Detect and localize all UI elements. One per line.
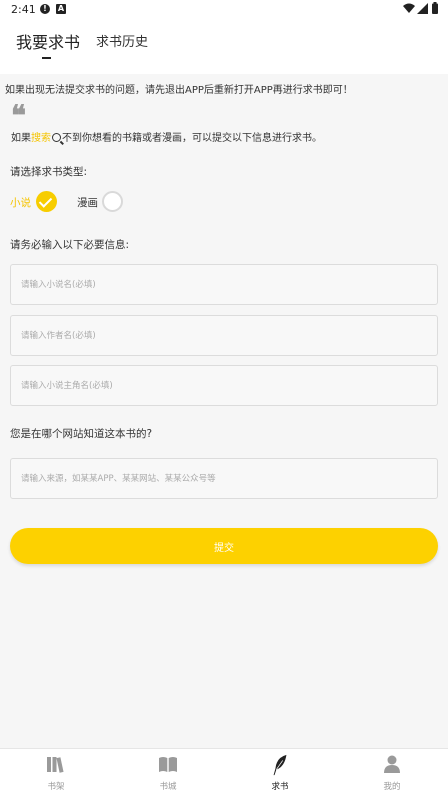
nav-label-profile: 我的 bbox=[383, 782, 401, 792]
battery-icon bbox=[432, 2, 438, 14]
feather-icon bbox=[273, 754, 287, 776]
source-input[interactable] bbox=[11, 459, 437, 498]
quote-icon: ❝ bbox=[11, 99, 27, 132]
required-info-label: 请务必输入以下必要信息: bbox=[10, 239, 130, 251]
active-tab-indicator bbox=[42, 57, 51, 59]
type-label: 请选择求书类型: bbox=[10, 166, 88, 178]
submit-button[interactable]: 提交 bbox=[10, 528, 438, 564]
header-tabs: 我要求书 求书历史 bbox=[0, 20, 448, 74]
novel-name-field bbox=[10, 264, 438, 305]
nav-item-bookstore[interactable]: 书城 bbox=[112, 749, 224, 798]
source-label: 您是在哪个网站知道这本书的? bbox=[10, 428, 153, 440]
nav-item-profile[interactable]: 我的 bbox=[336, 749, 448, 798]
protagonist-name-field bbox=[10, 365, 438, 406]
intro-text: 如果搜索 不到你想看的书籍或者漫画，可以提交以下信息进行求书。 bbox=[11, 129, 322, 144]
source-field bbox=[10, 458, 438, 499]
user-icon bbox=[384, 755, 400, 773]
type-radio-group: 小说 漫画 bbox=[10, 190, 210, 214]
nav-label-bookstore: 书城 bbox=[159, 782, 177, 792]
search-icon bbox=[52, 133, 61, 142]
bottom-nav: 书架 书城 求书 我的 bbox=[0, 748, 448, 798]
nav-item-request-book[interactable]: 求书 bbox=[224, 749, 336, 798]
alert-icon: ! bbox=[40, 4, 50, 14]
status-bar: 2:41 ! A bbox=[0, 0, 448, 20]
wifi-icon bbox=[403, 3, 415, 13]
option-comic-radio[interactable] bbox=[102, 191, 123, 212]
novel-name-input[interactable] bbox=[11, 265, 437, 304]
intro-search-highlight: 搜索 bbox=[31, 133, 51, 144]
option-comic-label[interactable]: 漫画 bbox=[77, 195, 98, 210]
protagonist-name-input[interactable] bbox=[11, 366, 437, 405]
open-book-icon bbox=[159, 757, 177, 772]
author-name-input[interactable] bbox=[11, 316, 437, 355]
status-time: 2:41 bbox=[11, 3, 36, 16]
signal-icon bbox=[417, 3, 428, 14]
author-name-field bbox=[10, 315, 438, 356]
option-novel-radio[interactable] bbox=[36, 191, 57, 212]
bookshelf-icon bbox=[47, 757, 64, 773]
intro-before: 如果 bbox=[11, 133, 31, 144]
tab-request-book[interactable]: 我要求书 bbox=[16, 29, 80, 53]
nav-label-bookshelf: 书架 bbox=[47, 782, 65, 792]
nav-label-request-book: 求书 bbox=[271, 782, 289, 792]
app-notification-icon: A bbox=[56, 4, 66, 14]
nav-item-bookshelf[interactable]: 书架 bbox=[0, 749, 112, 798]
tab-request-history[interactable]: 求书历史 bbox=[96, 31, 148, 50]
option-novel-label[interactable]: 小说 bbox=[10, 195, 31, 210]
notice-text: 如果出现无法提交求书的问题，请先退出APP后重新打开APP再进行求书即可！ bbox=[5, 85, 353, 96]
intro-after: 不到你想看的书籍或者漫画，可以提交以下信息进行求书。 bbox=[62, 133, 322, 144]
